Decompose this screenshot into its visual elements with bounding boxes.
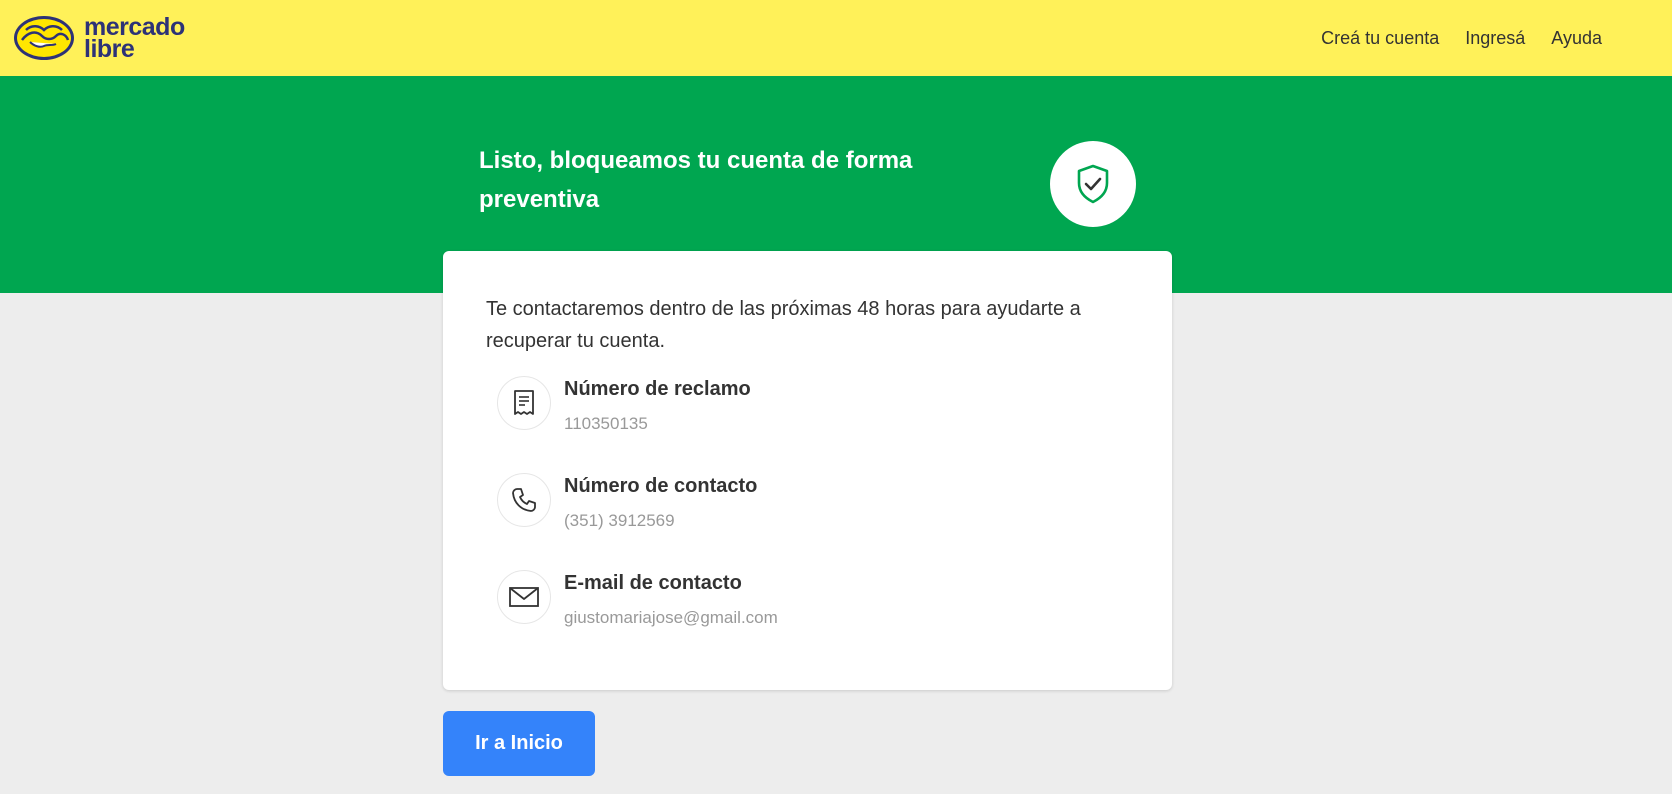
claim-number-row: Número de reclamo 110350135 xyxy=(497,376,1137,456)
contact-email-label: E-mail de contacto xyxy=(564,572,742,594)
contact-number-label: Número de contacto xyxy=(564,475,758,497)
mercadolibre-logo[interactable]: mercado libre xyxy=(12,12,185,64)
top-header: mercado libre Creá tu cuenta Ingresá Ayu… xyxy=(0,0,1672,76)
confirmation-card: Te contactaremos dentro de las próximas … xyxy=(443,251,1172,690)
mail-icon xyxy=(497,570,551,624)
card-intro-text: Te contactaremos dentro de las próximas … xyxy=(486,298,1081,352)
handshake-logo-icon xyxy=(14,16,74,60)
receipt-icon xyxy=(497,376,551,430)
help-link[interactable]: Ayuda xyxy=(1551,28,1602,49)
login-link[interactable]: Ingresá xyxy=(1465,28,1525,49)
claim-number-value: 110350135 xyxy=(564,414,648,433)
claim-number-label: Número de reclamo xyxy=(564,378,751,400)
phone-icon xyxy=(497,473,551,527)
logo-wordmark: mercado libre xyxy=(84,15,185,63)
go-home-button[interactable]: Ir a Inicio xyxy=(443,711,595,776)
logo-line-2: libre xyxy=(84,35,135,63)
contact-number-value: (351) 3912569 xyxy=(564,511,675,530)
contact-email-row: E-mail de contacto giustomariajose@gmail… xyxy=(497,570,1137,650)
create-account-link[interactable]: Creá tu cuenta xyxy=(1321,28,1439,49)
contact-number-row: Número de contacto (351) 3912569 xyxy=(497,473,1137,553)
contact-email-value: giustomariajose@gmail.com xyxy=(564,608,778,627)
shield-check-icon xyxy=(1077,164,1109,204)
header-nav: Creá tu cuenta Ingresá Ayuda xyxy=(1321,28,1602,49)
shield-badge xyxy=(1050,141,1136,227)
page-title: Listo, bloqueamos tu cuenta de forma pre… xyxy=(479,147,913,213)
